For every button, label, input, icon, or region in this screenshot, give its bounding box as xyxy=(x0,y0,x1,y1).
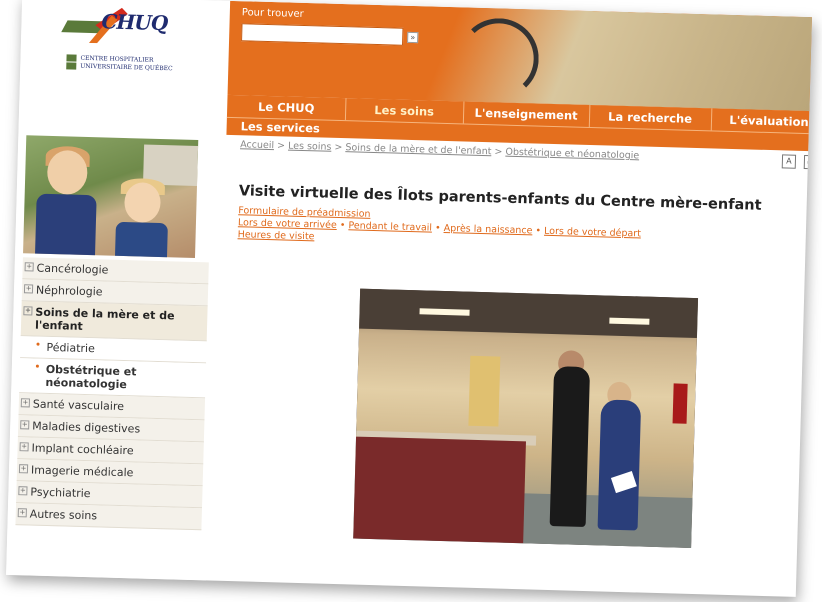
sidebar-item-autres-soins[interactable]: + Autres soins xyxy=(15,503,202,531)
logo-subtitle: CENTRE HOSPITALIER UNIVERSITAIRE DE QUÉB… xyxy=(66,54,173,73)
breadcrumb-soins-mere-enfant[interactable]: Soins de la mère et de l'enfant xyxy=(345,142,491,157)
expand-icon: + xyxy=(24,262,34,272)
left-column: CHUQ CENTRE HOSPITALIER UNIVERSITAIRE DE… xyxy=(6,0,223,581)
bullet-icon xyxy=(36,342,40,346)
search-input[interactable] xyxy=(241,23,404,46)
expand-icon: + xyxy=(18,486,28,496)
print-icon[interactable]: ⎙ xyxy=(803,154,812,170)
sidebar-item-label: Autres soins xyxy=(29,507,98,523)
sidebar-item-label: Santé vasculaire xyxy=(32,397,125,414)
sidebar-item-label: Psychiatrie xyxy=(30,485,91,501)
chuq-logo[interactable]: CHUQ CENTRE HOSPITALIER UNIVERSITAIRE DE… xyxy=(58,2,200,96)
logo-brand: CHUQ xyxy=(101,9,168,36)
sidebar-item-label: Implant cochléaire xyxy=(31,441,134,458)
expand-icon: + xyxy=(23,284,34,294)
breadcrumb-accueil[interactable]: Accueil xyxy=(240,139,274,151)
search-submit-button[interactable]: » xyxy=(407,31,419,44)
link-depart[interactable]: Lors de votre départ xyxy=(544,226,641,240)
sidebar-item-label: Imagerie médicale xyxy=(30,463,134,480)
bullet-icon xyxy=(35,364,39,368)
expand-icon: + xyxy=(18,464,29,474)
webpage-screenshot: CHUQ CENTRE HOSPITALIER UNIVERSITAIRE DE… xyxy=(6,0,812,597)
link-naissance[interactable]: Après la naissance xyxy=(444,223,533,236)
text-size-icon[interactable]: A xyxy=(781,154,797,169)
search-label: Pour trouver xyxy=(241,7,304,20)
expand-icon: + xyxy=(17,508,27,518)
sidebar-item-label: Pédiatrie xyxy=(46,340,96,356)
sidebar-item-label: Obstétrique et néonatologie xyxy=(45,362,137,392)
breadcrumb-obstetrique[interactable]: Obstétrique et néonatologie xyxy=(505,147,639,162)
tab-les-services[interactable]: Les services xyxy=(240,117,320,137)
sidebar-item-label: Cancérologie xyxy=(36,261,109,277)
sidebar-item-label: Maladies digestives xyxy=(32,419,141,436)
expand-icon: + xyxy=(19,442,29,452)
sidebar-subitem-obstetrique[interactable]: Obstétrique et néonatologie xyxy=(19,358,207,399)
link-travail[interactable]: Pendant le travail xyxy=(348,220,432,233)
expand-icon: + xyxy=(20,398,30,408)
children-photo xyxy=(23,135,199,259)
breadcrumb-les-soins[interactable]: Les soins xyxy=(288,141,332,153)
header-banner: Pour trouver » xyxy=(227,0,812,112)
sidebar-item-label: Néphrologie xyxy=(35,283,103,299)
virtual-tour-video[interactable] xyxy=(353,288,699,548)
expand-icon: + xyxy=(23,306,33,316)
sidebar-menu: + Cancérologie + Néphrologie + Soins de … xyxy=(15,257,209,531)
expand-icon: + xyxy=(20,420,30,430)
stethoscope-banner-image xyxy=(357,4,812,112)
link-heures-visite[interactable]: Heures de visite xyxy=(237,229,314,242)
section-links: Formulaire de préadmission Lors de votre… xyxy=(237,205,642,243)
sidebar-item-soins-mere-enfant[interactable]: + Soins de la mère et de l'enfant xyxy=(20,301,208,342)
sidebar-item-label: Soins de la mère et de l'enfant xyxy=(34,305,175,333)
page-tools: A ⎙ xyxy=(778,152,812,170)
